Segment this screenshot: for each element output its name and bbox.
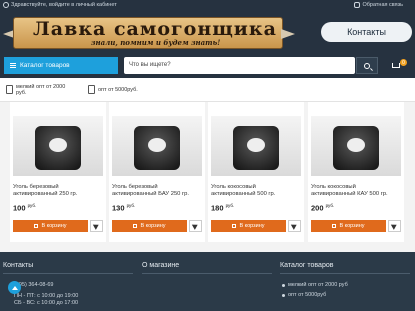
filter-bar: мелкий опт от 2000 руб. опт от 5000руб.: [0, 78, 415, 102]
scroll-top-button[interactable]: [8, 281, 21, 294]
jar-shape: [333, 126, 379, 170]
search-input[interactable]: Что вы ищете?: [124, 57, 355, 74]
product-price: 100 руб.: [13, 203, 37, 213]
product-image[interactable]: [13, 116, 103, 176]
product-name[interactable]: Уголь березовый активированный БАУ 250 г…: [112, 184, 202, 198]
product-card[interactable]: Уголь кокосовый активированный КАУ 500 г…: [308, 102, 404, 242]
add-to-cart-button[interactable]: В корзину: [311, 220, 386, 232]
compare-button[interactable]: [90, 220, 103, 232]
product-price: 180 руб.: [211, 203, 235, 213]
jar-shape: [233, 126, 279, 170]
cart-count-badge: 0: [400, 59, 407, 66]
box-icon: [88, 85, 95, 94]
product-price: 200 руб.: [311, 203, 335, 213]
product-card[interactable]: Уголь кокосовый активированный 500 гр. 1…: [208, 102, 304, 242]
bullet-icon: [282, 293, 285, 297]
logo-title: Лавка самогонщика: [33, 18, 277, 40]
divider: [280, 273, 410, 274]
cart-icon: [392, 63, 400, 68]
add-to-cart-button[interactable]: В корзину: [112, 220, 187, 232]
cart-icon: [133, 224, 138, 228]
login-text: Здравствуйте, войдите в личный кабинет: [11, 2, 117, 8]
product-card[interactable]: Уголь березовый активированный 250 гр. 1…: [10, 102, 106, 242]
send-icon: [290, 222, 299, 230]
search-icon: [364, 62, 370, 69]
user-icon: [3, 2, 9, 8]
send-icon: [191, 222, 200, 230]
jar-shape: [35, 126, 81, 170]
product-card[interactable]: Уголь березовый активированный БАУ 250 г…: [109, 102, 205, 242]
product-grid: Уголь березовый активированный 250 гр. 1…: [0, 102, 415, 252]
jar-label: [49, 138, 67, 152]
product-image[interactable]: [211, 116, 301, 176]
logo-subtitle: знали, помним и будем знать!: [91, 38, 221, 47]
jar-label: [247, 138, 265, 152]
footer-catalog-link[interactable]: опт от 5000руб: [282, 292, 326, 298]
product-name[interactable]: Уголь березовый активированный 250 гр.: [13, 184, 103, 198]
cart-icon: [34, 224, 39, 228]
footer-catalog-link[interactable]: мелкий опт от 2000 руб: [282, 282, 348, 288]
bullet-icon: [282, 283, 285, 287]
menu-icon: [10, 63, 16, 68]
divider: [142, 273, 272, 274]
filter-wholesale[interactable]: опт от 5000руб.: [88, 84, 138, 94]
product-name[interactable]: Уголь кокосовый активированный 500 гр.: [211, 184, 301, 198]
add-to-cart-button[interactable]: В корзину: [211, 220, 286, 232]
compare-button[interactable]: [288, 220, 301, 232]
footer-contacts-title: Контакты: [3, 262, 34, 269]
send-icon: [92, 222, 101, 230]
callback-text: Обратная связь: [362, 2, 403, 8]
box-icon: [6, 85, 13, 94]
contacts-button[interactable]: Контакты: [321, 22, 412, 42]
search-button[interactable]: [356, 57, 378, 74]
add-to-cart-button[interactable]: В корзину: [13, 220, 88, 232]
navbar: Каталог товаров Что вы ищете? 0: [0, 54, 415, 78]
footer-about-title[interactable]: О магазине: [142, 262, 179, 269]
catalog-button[interactable]: Каталог товаров: [4, 57, 118, 74]
phone-icon: [354, 2, 361, 8]
filter-small-wholesale[interactable]: мелкий опт от 2000 руб.: [6, 84, 65, 96]
footer: Контакты (495) 364-08-69 ПН - ПТ: с 10:0…: [0, 252, 415, 311]
arrow-up-icon: [11, 285, 18, 290]
footer-catalog-title: Каталог товаров: [280, 262, 334, 269]
divider: [3, 273, 133, 274]
site-logo[interactable]: Лавка самогонщика знали, помним и будем …: [3, 15, 295, 49]
filter-label-line2: руб.: [16, 90, 27, 96]
compare-button[interactable]: [189, 220, 202, 232]
jar-label: [148, 138, 166, 152]
cart-button[interactable]: 0: [390, 59, 410, 73]
product-image[interactable]: [112, 116, 202, 176]
compare-button[interactable]: [388, 220, 401, 232]
logo-arrow-right: [281, 29, 295, 39]
catalog-label: Каталог товаров: [20, 62, 70, 69]
product-image[interactable]: [311, 116, 401, 176]
footer-hours-weekdays: ПН - ПТ: с 10:00 до 19:00: [14, 293, 79, 299]
cart-icon: [232, 224, 237, 228]
jar-label: [347, 138, 365, 152]
login-link[interactable]: Здравствуйте, войдите в личный кабинет: [3, 2, 117, 8]
top-bar: Здравствуйте, войдите в личный кабинет О…: [0, 0, 415, 11]
header: Лавка самогонщика знали, помним и будем …: [0, 11, 415, 54]
send-icon: [390, 222, 399, 230]
cart-icon: [332, 224, 337, 228]
jar-shape: [134, 126, 180, 170]
callback-link[interactable]: Обратная связь: [354, 2, 403, 8]
product-price: 130 руб.: [112, 203, 136, 213]
filter-label: опт от 5000руб.: [98, 87, 138, 93]
product-name[interactable]: Уголь кокосовый активированный КАУ 500 г…: [311, 184, 401, 198]
footer-hours-weekend: СБ - ВС: с 10:00 до 17:00: [14, 300, 79, 306]
